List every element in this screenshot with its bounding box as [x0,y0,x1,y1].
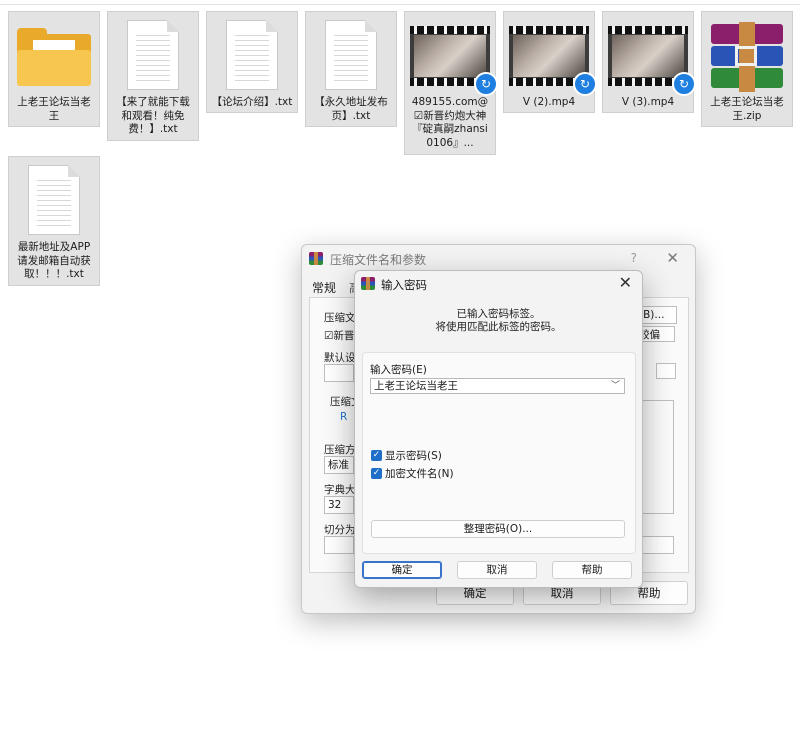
info-line-2: 将使用匹配此标签的密码。 [435,321,562,333]
window-top-border [0,4,800,5]
file-name: 【永久地址发布页】.txt [314,96,388,122]
file-text[interactable]: 【论坛介绍】.txt [206,11,298,113]
organize-passwords-button[interactable]: 整理密码(O)... [371,520,625,538]
text-file-icon [207,18,297,98]
method-label: 压缩方 [324,444,356,456]
sync-icon: ↻ [474,72,498,96]
file-name: 上老王论坛当老王.zip [710,96,784,122]
ok-button[interactable]: 确定 [362,561,442,579]
chevron-down-icon[interactable]: ﹀ [611,379,620,393]
file-video[interactable]: ↻ 489155.com@☑新晋约炮大神『碇真嗣zhansi0106』... [404,11,498,155]
encrypt-filenames-label: 加密文件名(N) [385,468,454,480]
file-text[interactable]: 【永久地址发布页】.txt [305,11,397,127]
text-file-icon [9,163,99,243]
file-name: 489155.com@☑新晋约炮大神『碇真嗣zhansi0106』... [411,96,489,149]
split-input[interactable] [324,536,354,554]
close-icon[interactable]: ✕ [619,273,632,292]
profiles-button[interactable] [324,364,354,382]
folder-icon [9,18,99,98]
help-icon[interactable]: ? [631,251,637,265]
password-value: 上老王论坛当老王 [374,380,458,392]
file-archive[interactable]: 上老王论坛当老王.zip [701,11,793,127]
enter-password-dialog: 输入密码 ✕ 已输入密码标签。 将使用匹配此标签的密码。 输入密码(E) 上老王… [354,270,643,588]
cancel-button[interactable]: 取消 [457,561,537,579]
text-file-icon [306,18,396,98]
file-text[interactable]: 最新地址及APP请发邮箱自动获取！！！.txt [8,156,100,286]
file-name: 上老王论坛当老王 [17,96,91,122]
sync-icon: ↻ [573,72,597,96]
archive-name-field[interactable]: ☑新晋 [324,328,354,343]
winrar-archive-icon [702,18,792,98]
password-input[interactable]: 上老王论坛当老王 ﹀ [370,378,625,394]
update-mode-select-2[interactable] [656,363,676,379]
encrypt-filenames-checkbox[interactable]: ✓ 加密文件名(N) [371,466,454,481]
file-text[interactable]: 【来了就能下载和观看！纯免费！】.txt [107,11,199,141]
text-file-icon [108,18,198,98]
show-password-checkbox[interactable]: ✓ 显示密码(S) [371,448,442,463]
winrar-app-icon [361,277,375,290]
file-folder[interactable]: 上老王论坛当老王 [8,11,100,127]
close-icon[interactable]: ✕ [666,249,679,267]
format-rar-radio[interactable]: R [340,411,347,423]
winrar-app-icon [309,252,323,265]
file-name: 【论坛介绍】.txt [211,96,293,108]
file-name: 最新地址及APP请发邮箱自动获取！！！.txt [17,241,91,280]
file-video[interactable]: ↻ V (2).mp4 [503,11,597,113]
dialog-title: 输入密码 [381,278,427,292]
file-name: V (3).mp4 [621,96,675,108]
video-file-icon: ↻ [405,18,498,98]
options-box [640,400,674,514]
password-button[interactable] [640,536,674,554]
file-video[interactable]: ↻ V (3).mp4 [602,11,696,113]
checkbox-checked-icon: ✓ [371,450,382,461]
sync-icon: ↻ [672,72,696,96]
file-name: V (2).mp4 [522,96,576,108]
tab-general[interactable]: 常规 [312,279,336,296]
help-button[interactable]: 帮助 [552,561,632,579]
video-file-icon: ↻ [504,18,597,98]
file-name: 【来了就能下载和观看！纯免费！】.txt [116,96,190,135]
dialog-title: 压缩文件名和参数 [330,253,427,267]
show-password-label: 显示密码(S) [385,450,442,462]
checkbox-checked-icon: ✓ [371,468,382,479]
dictionary-select[interactable]: 32 [324,496,354,514]
method-select[interactable]: 标准 [324,456,354,474]
video-file-icon: ↻ [603,18,696,98]
password-label: 输入密码(E) [370,364,427,376]
